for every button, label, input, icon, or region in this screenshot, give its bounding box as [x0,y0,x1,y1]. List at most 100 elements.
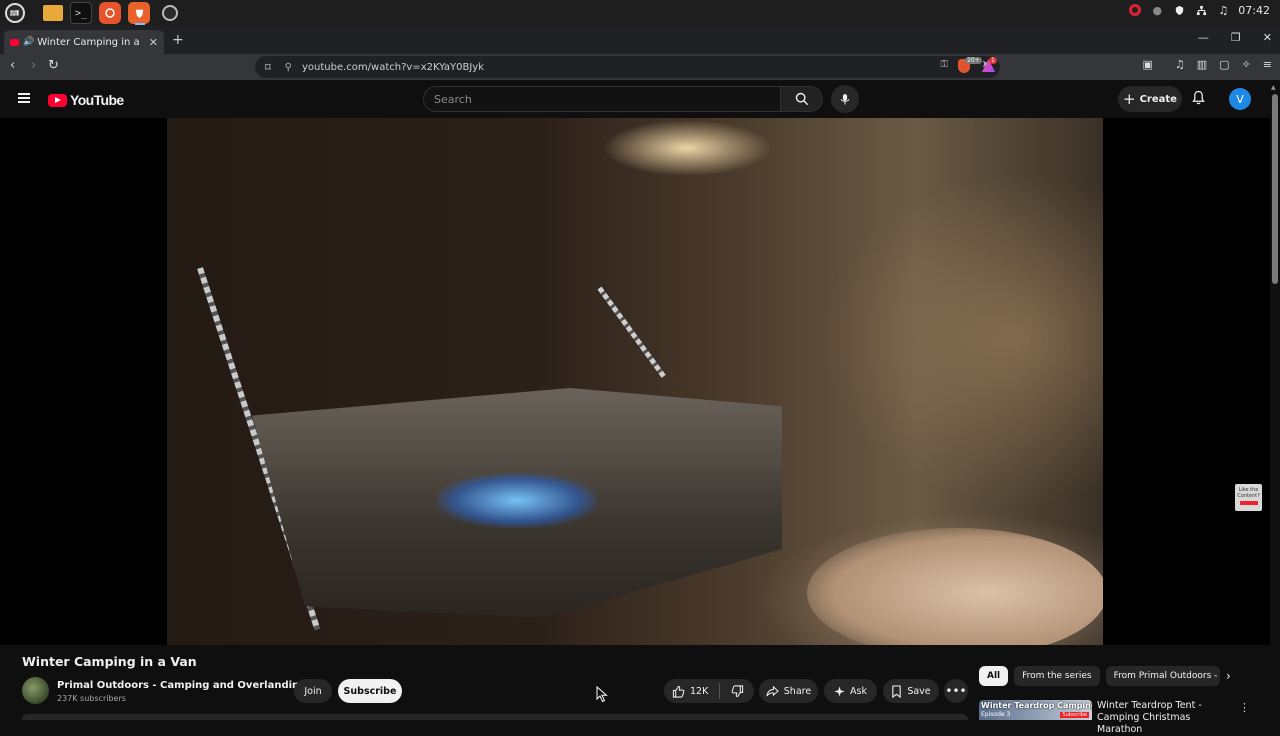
sidebar-icon[interactable]: ▥ [1197,58,1207,71]
ask-label: Ask [850,685,867,697]
forward-icon[interactable]: › [31,58,36,73]
network-icon[interactable] [1194,3,1208,17]
related-chips: All From the series From Primal Outdoors… [979,666,1220,686]
files-icon[interactable] [43,5,63,21]
channel-watermark[interactable]: Like the Content? [1235,484,1262,511]
music-icon[interactable]: ♫ [1216,3,1230,17]
youtube-wordmark: YouTube [70,92,124,108]
rewards-badge: 1 [989,57,997,64]
close-window-icon[interactable]: ✕ [1263,31,1272,44]
chip-all[interactable]: All [979,666,1009,686]
speaker-icon[interactable]: 🔊 [23,37,34,47]
scroll-up-icon[interactable]: ▲ [1271,84,1276,91]
site-info-icon[interactable]: ⚲ [285,62,292,73]
thumbnail-subscribe: Subscribe [1060,712,1089,718]
video-frame[interactable] [167,118,1103,645]
save-button[interactable]: Save [883,679,939,703]
active-app-indicator [135,23,145,25]
toggle-icon[interactable]: ● [1150,3,1164,17]
leo-ai-icon[interactable]: ✧ [1242,58,1251,71]
maximize-icon[interactable]: ❐ [1231,31,1241,44]
search-input[interactable]: Search [423,86,781,112]
bookmark-save-icon [892,684,902,698]
ask-button[interactable]: Ask [824,679,877,703]
terminal-glyph: >_ [74,7,88,19]
clock[interactable]: 07:42 [1238,4,1270,17]
video-title: Winter Camping in a Van [22,654,197,669]
chevron-right-icon[interactable]: › [1226,669,1231,683]
browser-tab-active[interactable]: 🔊 Winter Camping in a Van - ✕ [4,30,164,54]
firefox-icon[interactable] [99,2,121,24]
shield-icon[interactable] [1172,3,1186,17]
recommendation-thumbnail[interactable]: Winter Teardrop Camping Episode 3 Subscr… [979,700,1092,720]
chrome-icon[interactable] [162,5,178,21]
create-button[interactable]: + Create [1118,86,1182,112]
voice-search-button[interactable] [831,85,859,113]
share-label: Share [783,685,812,697]
youtube-logo[interactable]: YouTube [48,92,124,108]
dislike-icon[interactable] [731,684,744,698]
thumbnail-title: Winter Teardrop Camping [981,701,1092,710]
share-icon [766,685,779,696]
like-divider [719,683,721,699]
close-tab-icon[interactable]: ✕ [149,36,158,49]
shield-badge: 20+ [965,57,982,64]
subscriber-count: 237K subscribers [57,694,126,703]
mouse-cursor-icon [596,686,608,703]
share-button[interactable]: Share [759,679,818,703]
thumbnail-episode: Episode 3 [981,711,1011,718]
os-taskbar: >_ ● ♫ 07:42 [0,0,1280,26]
like-icon[interactable] [672,685,685,698]
chip-from-channel[interactable]: From Primal Outdoors - C [1105,666,1220,686]
wallet-icon[interactable]: ▢ [1219,58,1229,71]
video-player[interactable] [0,118,1270,645]
like-count[interactable]: 12K [690,686,708,697]
terminal-icon[interactable]: >_ [70,2,92,24]
tab-strip: 🔊 Winter Camping in a Van - ✕ + — ❐ ✕ [0,26,1280,54]
new-tab-button[interactable]: + [172,32,184,48]
create-label: Create [1139,93,1177,105]
search-button[interactable] [781,86,823,112]
youtube-masthead: YouTube Search + Create V [0,80,1270,118]
media-icon[interactable]: ♫ [1175,58,1185,71]
brave-icon[interactable] [128,2,150,24]
watermark-text: Like the Content? [1237,487,1260,499]
more-actions-button[interactable]: ••• [944,679,968,703]
bell-icon [1192,90,1205,105]
like-dislike-group: 12K [664,679,754,703]
recommendation-title[interactable]: Winter Teardrop Tent - Camping Christmas… [1097,700,1237,736]
join-button[interactable]: Join [294,679,332,703]
screenshot-icon[interactable]: ▣ [1142,58,1152,71]
bookmark-icon[interactable]: ⌑ [265,61,271,74]
menu-icon[interactable]: ≡ [1263,58,1272,71]
channel-name[interactable]: Primal Outdoors - Camping and Overlandin… [57,680,306,691]
window-controls: — ❐ ✕ [1198,31,1272,44]
video-flame [437,473,597,528]
video-hand [807,528,1103,645]
menu-icon[interactable] [5,3,25,23]
guide-menu-icon[interactable] [18,93,30,103]
browser-right-tools: ▣ ♫ ▥ ▢ ✧ ≡ [1142,58,1272,71]
scrollbar-thumb[interactable] [1272,94,1278,284]
save-label: Save [907,685,931,697]
youtube-play-icon [48,93,67,107]
account-avatar[interactable]: V [1229,88,1251,110]
channel-name-row[interactable]: Primal Outdoors - Camping and Overlandin… [57,680,318,691]
description-box-edge[interactable] [22,714,968,720]
notifications-button[interactable] [1192,90,1205,109]
sparkle-icon [834,685,845,697]
key-icon[interactable]: ⚿ [941,59,949,70]
channel-avatar[interactable] [22,677,49,704]
reload-icon[interactable]: ↻ [48,58,59,73]
youtube-favicon-icon [10,38,19,46]
minimize-icon[interactable]: — [1198,31,1209,44]
address-bar[interactable]: ⌑ ⚲ youtube.com/watch?v=x2KYaY0BJyk ⚿ ▭ … [255,56,1000,78]
chip-from-series[interactable]: From the series [1014,666,1100,686]
chrome-tray-icon[interactable] [1128,3,1142,17]
url-text[interactable]: youtube.com/watch?v=x2KYaY0BJyk [302,62,484,73]
page-scrollbar[interactable]: ▲ [1270,80,1280,720]
microphone-icon [840,93,850,104]
more-vertical-icon[interactable]: ⋮ [1239,701,1250,714]
subscribe-button[interactable]: Subscribe [338,679,402,703]
back-icon[interactable]: ‹ [10,58,15,73]
